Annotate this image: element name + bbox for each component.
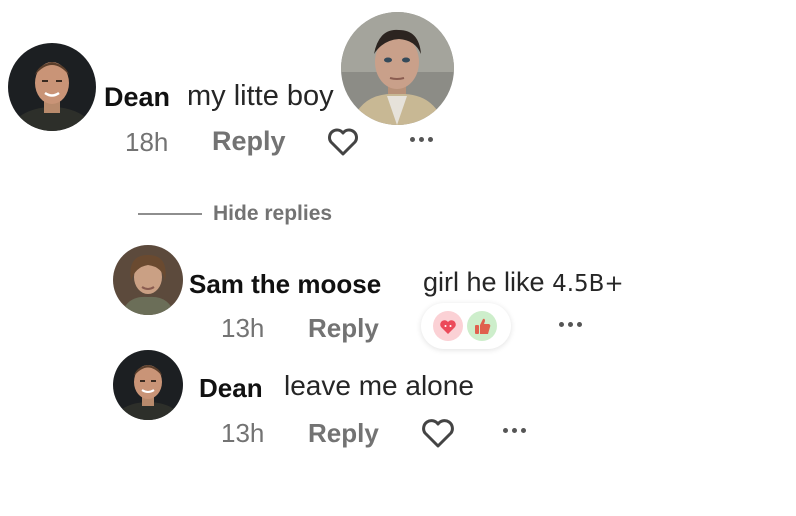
- overlay-avatar: [341, 12, 454, 125]
- avatar[interactable]: [8, 43, 96, 131]
- reply-text-main: girl he like: [423, 267, 545, 297]
- divider-line: [138, 213, 202, 215]
- avatar-image: [113, 245, 183, 315]
- heart-outline-icon[interactable]: [421, 418, 455, 449]
- reply-button[interactable]: Reply: [308, 313, 379, 344]
- reply-author[interactable]: Dean: [199, 373, 263, 404]
- more-options-icon[interactable]: [559, 322, 582, 327]
- more-options-icon[interactable]: [503, 428, 526, 433]
- comment-timestamp: 18h: [125, 127, 169, 157]
- reply-text-suffix: 4.5B+: [552, 271, 624, 297]
- reply-timestamp: 13h: [221, 418, 265, 448]
- avatar-image: [113, 350, 183, 420]
- comment-author[interactable]: Dean: [104, 82, 170, 113]
- heart-outline-icon[interactable]: [327, 127, 359, 157]
- hide-replies-button[interactable]: Hide replies: [213, 202, 332, 226]
- avatar[interactable]: [113, 245, 183, 315]
- reply-author[interactable]: Sam the moose: [189, 269, 381, 300]
- thumbs-up-icon[interactable]: [467, 311, 497, 341]
- reply-button[interactable]: Reply: [308, 418, 379, 449]
- comment-thread: Dean my litte boy 18h Reply Hide replies: [0, 0, 796, 516]
- reply-timestamp: 13h: [221, 313, 265, 343]
- more-options-icon[interactable]: [410, 137, 433, 142]
- reply-button[interactable]: Reply: [212, 126, 286, 157]
- reaction-bar[interactable]: [421, 303, 511, 349]
- reply-text: girl he like 4.5B+: [423, 267, 624, 298]
- avatar-image: [8, 43, 96, 131]
- reply-text: leave me alone: [284, 370, 474, 401]
- comment-text: my litte boy: [187, 80, 334, 112]
- avatar[interactable]: [113, 350, 183, 420]
- overlay-avatar-image: [341, 12, 454, 125]
- heart-face-icon[interactable]: [433, 311, 463, 341]
